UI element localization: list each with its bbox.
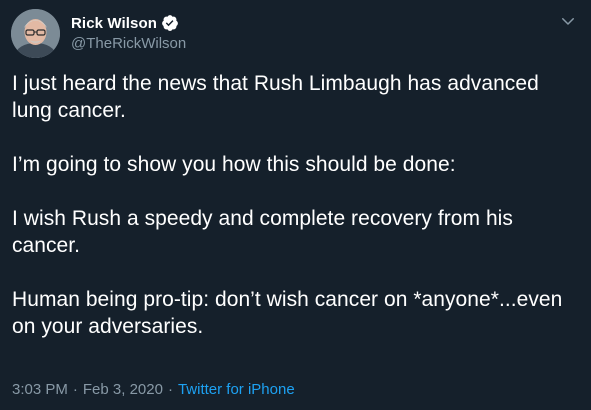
tweet-text: I just heard the news that Rush Limbaugh… bbox=[12, 70, 578, 367]
tweet-metadata: 3:03 PM · Feb 3, 2020 · Twitter for iPho… bbox=[12, 381, 295, 398]
chevron-down-icon[interactable] bbox=[559, 12, 577, 30]
display-name[interactable]: Rick Wilson bbox=[71, 15, 157, 32]
tweet-paragraph: I’m going to show you how this should be… bbox=[12, 153, 456, 176]
separator-dot: · bbox=[167, 381, 173, 398]
separator-dot: · bbox=[72, 381, 78, 398]
user-handle[interactable]: @TheRickWilson bbox=[71, 35, 186, 52]
tweet-paragraph: I just heard the news that Rush Limbaugh… bbox=[12, 72, 539, 122]
tweet-date[interactable]: Feb 3, 2020 bbox=[83, 381, 163, 398]
tweet-paragraph: I wish Rush a speedy and complete recove… bbox=[12, 207, 513, 257]
tweet-card: Rick Wilson @TheRickWilson I just heard … bbox=[0, 0, 591, 410]
tweet-paragraph: Human being pro-tip: don’t wish cancer o… bbox=[12, 288, 563, 338]
verified-badge-icon bbox=[161, 14, 179, 32]
avatar[interactable] bbox=[11, 9, 60, 58]
tweet-source-link[interactable]: Twitter for iPhone bbox=[178, 381, 295, 398]
name-row: Rick Wilson bbox=[71, 13, 179, 33]
tweet-time[interactable]: 3:03 PM bbox=[12, 381, 68, 398]
